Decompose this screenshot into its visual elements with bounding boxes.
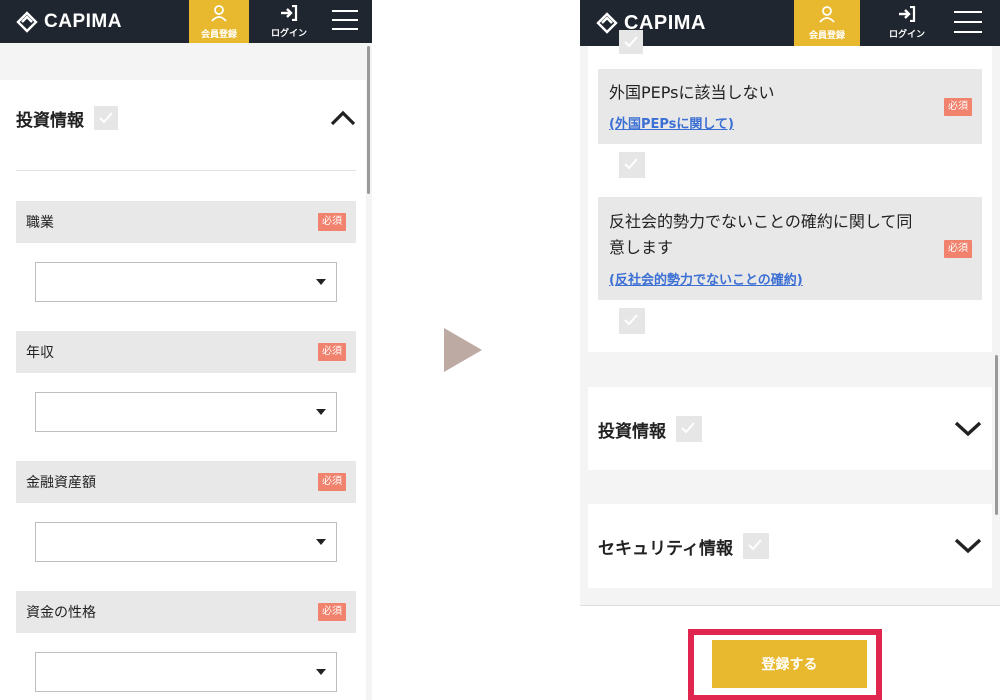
user-icon [818,5,836,26]
antisocial-agreement-box: 反社会的勢力でないことの確約に関して同 意します (反社会的勢力でないことの確約… [598,197,982,300]
caret-down-icon [316,539,326,545]
investment-section-header: 投資情報 [598,416,702,442]
member-register-label: 会員登録 [200,29,237,40]
section-title: 投資情報 [16,110,84,131]
member-register-button[interactable]: 会員登録 [189,0,249,43]
login-button[interactable]: ログイン [257,0,321,43]
left-phone-screen: CAPIMA 会員登録 ログイン 投資情報 職業 必須 年収 必須 金融資産額 … [0,0,372,700]
occupation-select[interactable] [35,262,337,302]
previous-agreement-checkbox[interactable] [619,30,643,54]
occupation-label: 職業 必須 [16,201,356,243]
pep-agreement-checkbox[interactable] [619,152,645,178]
financial-assets-label: 金融資産額 必須 [16,461,356,503]
form-bottom-border [580,605,1000,606]
field-label-text: 資金の性格 [26,605,96,621]
field-label-text: 職業 [26,215,54,231]
brand-logo[interactable]: CAPIMA [596,0,706,46]
hamburger-icon [953,10,983,37]
pep-agreement-text: 外国PEPsに該当しない [609,83,775,102]
required-badge: 必須 [318,603,346,621]
security-section-collapsed[interactable]: セキュリティ情報 [588,504,992,588]
hamburger-icon [331,9,359,34]
required-badge: 必須 [318,213,346,231]
register-submit-button[interactable]: 登録する [712,640,867,688]
section-title: セキュリティ情報 [598,538,733,559]
field-label-text: 年収 [26,345,54,361]
caret-down-icon [316,409,326,415]
required-badge: 必須 [318,473,346,491]
section-check-icon [94,106,118,130]
section-check-icon [676,416,702,442]
capima-logo-icon [596,12,618,34]
caret-down-icon [316,669,326,675]
hamburger-menu-button[interactable] [325,0,365,43]
investment-section-header[interactable]: 投資情報 [16,106,118,131]
antisocial-info-link[interactable]: (反社会的勢力でないことの確約) [609,269,803,288]
capima-logo-icon [16,10,38,33]
security-section-header: セキュリティ情報 [598,533,769,559]
login-icon [898,5,916,25]
hamburger-menu-button[interactable] [948,0,988,46]
section-check-icon [742,533,769,559]
annual-income-select[interactable] [35,392,337,432]
fund-nature-select[interactable] [35,652,337,692]
chevron-down-icon[interactable] [954,538,982,558]
investment-info-panel: 投資情報 職業 必須 年収 必須 金融資産額 必須 資金の性格 必須 [0,80,366,700]
annual-income-label: 年収 必須 [16,331,356,373]
antisocial-agreement-checkbox[interactable] [619,308,645,334]
login-icon [280,4,298,24]
login-button[interactable]: ログイン [874,0,940,46]
investment-section-collapsed[interactable]: 投資情報 [588,387,992,470]
antisocial-agreement-text-line1: 反社会的勢力でないことの確約に関して同 [609,212,913,231]
section-divider [16,170,356,171]
transition-arrow-icon [444,328,482,372]
required-badge: 必須 [318,343,346,361]
login-label: ログイン [270,28,307,39]
caret-down-icon [316,279,326,285]
member-register-label: 会員登録 [808,31,845,41]
right-scrollbar[interactable] [995,355,998,515]
section-title: 投資情報 [598,421,666,442]
brand-logo[interactable]: CAPIMA [16,0,122,43]
pep-agreement-box: 外国PEPsに該当しない (外国PEPsに関して) 必須 [598,69,982,144]
login-label: ログイン [888,30,925,40]
financial-assets-select[interactable] [35,522,337,562]
chevron-down-icon[interactable] [954,421,982,441]
agreements-panel: 外国PEPsに該当しない (外国PEPsに関して) 必須 反社会的勢力でないこと… [588,30,992,352]
field-label-text: 金融資産額 [26,475,96,491]
user-icon [210,4,228,25]
member-register-button[interactable]: 会員登録 [794,0,860,46]
chevron-up-icon[interactable] [330,110,356,130]
required-badge: 必須 [944,97,972,116]
pep-info-link[interactable]: (外国PEPsに関して) [609,113,734,132]
right-phone-screen: CAPIMA 会員登録 ログイン 外国PEPsに該当しない (外国PEPsに関し… [580,0,1000,700]
antisocial-agreement-text-line2: 意します [609,238,674,257]
required-badge: 必須 [944,239,972,258]
brand-name: CAPIMA [44,10,122,32]
left-scrollbar[interactable] [367,46,370,194]
app-header: CAPIMA 会員登録 ログイン [580,0,1000,46]
fund-nature-label: 資金の性格 必須 [16,591,356,633]
app-header: CAPIMA 会員登録 ログイン [0,0,372,43]
